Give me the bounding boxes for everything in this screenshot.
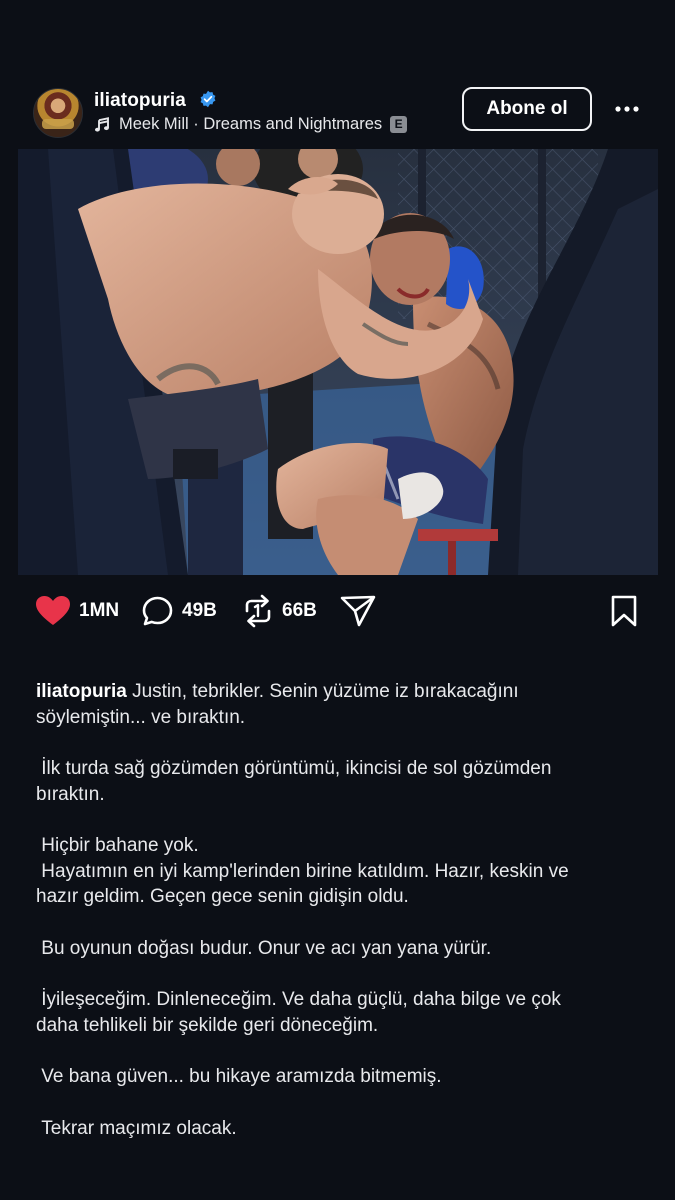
music-title: Meek Mill · Dreams and Nightmares — [119, 115, 383, 133]
post-photo[interactable] — [18, 149, 658, 575]
caption-text-7: Tekrar maçımız olacak. — [36, 1117, 237, 1139]
action-bar: 1MN 49B 66B — [0, 590, 675, 634]
repost-count: 66B — [282, 600, 317, 621]
verified-badge-icon — [200, 90, 216, 108]
comment-icon[interactable] — [141, 595, 174, 628]
caption-username[interactable]: iliatopuria — [36, 681, 127, 702]
caption-text-5: İyileşeceğim. Dinleneceğim. Ve daha güçl… — [36, 989, 561, 1036]
like-action[interactable]: 1MN — [35, 590, 119, 632]
caption-paragraph: iliatopuria Justin, tebrikler. Senin yüz… — [36, 679, 636, 730]
photo-illustration — [18, 149, 658, 575]
more-icon[interactable] — [613, 98, 641, 120]
post-header: iliatopuria Meek Mill · Dreams and Night… — [0, 80, 675, 142]
like-count: 1MN — [79, 600, 120, 621]
music-row[interactable]: Meek Mill · Dreams and Nightmares E — [94, 115, 408, 134]
bookmark-icon[interactable] — [609, 594, 639, 628]
comment-count: 49B — [182, 600, 217, 621]
repost-action[interactable]: 66B — [242, 590, 317, 632]
caption-text-3: Hiçbir bahane yok. Hayatımın en iyi kamp… — [36, 835, 569, 907]
comment-action[interactable]: 49B — [141, 590, 217, 632]
follow-button[interactable]: Abone ol — [462, 87, 592, 131]
heart-icon[interactable] — [35, 595, 71, 627]
caption-text-6: Ve bana güven... bu hikaye aramızda bitm… — [36, 1066, 442, 1087]
caption: iliatopuria Justin, tebrikler. Senin yüz… — [36, 679, 636, 1141]
save-action[interactable] — [609, 590, 639, 632]
caption-text-2: İlk turda sağ gözümden görüntümü, ikinci… — [36, 758, 552, 805]
share-icon[interactable] — [340, 594, 376, 628]
repost-icon[interactable] — [242, 594, 274, 628]
username[interactable]: iliatopuria — [94, 90, 186, 112]
music-note-icon — [95, 116, 109, 132]
avatar[interactable] — [33, 88, 83, 138]
share-action[interactable] — [340, 590, 376, 632]
caption-text-4: Bu oyunun doğası budur. Onur ve acı yan … — [36, 937, 492, 959]
explicit-badge: E — [390, 116, 408, 133]
